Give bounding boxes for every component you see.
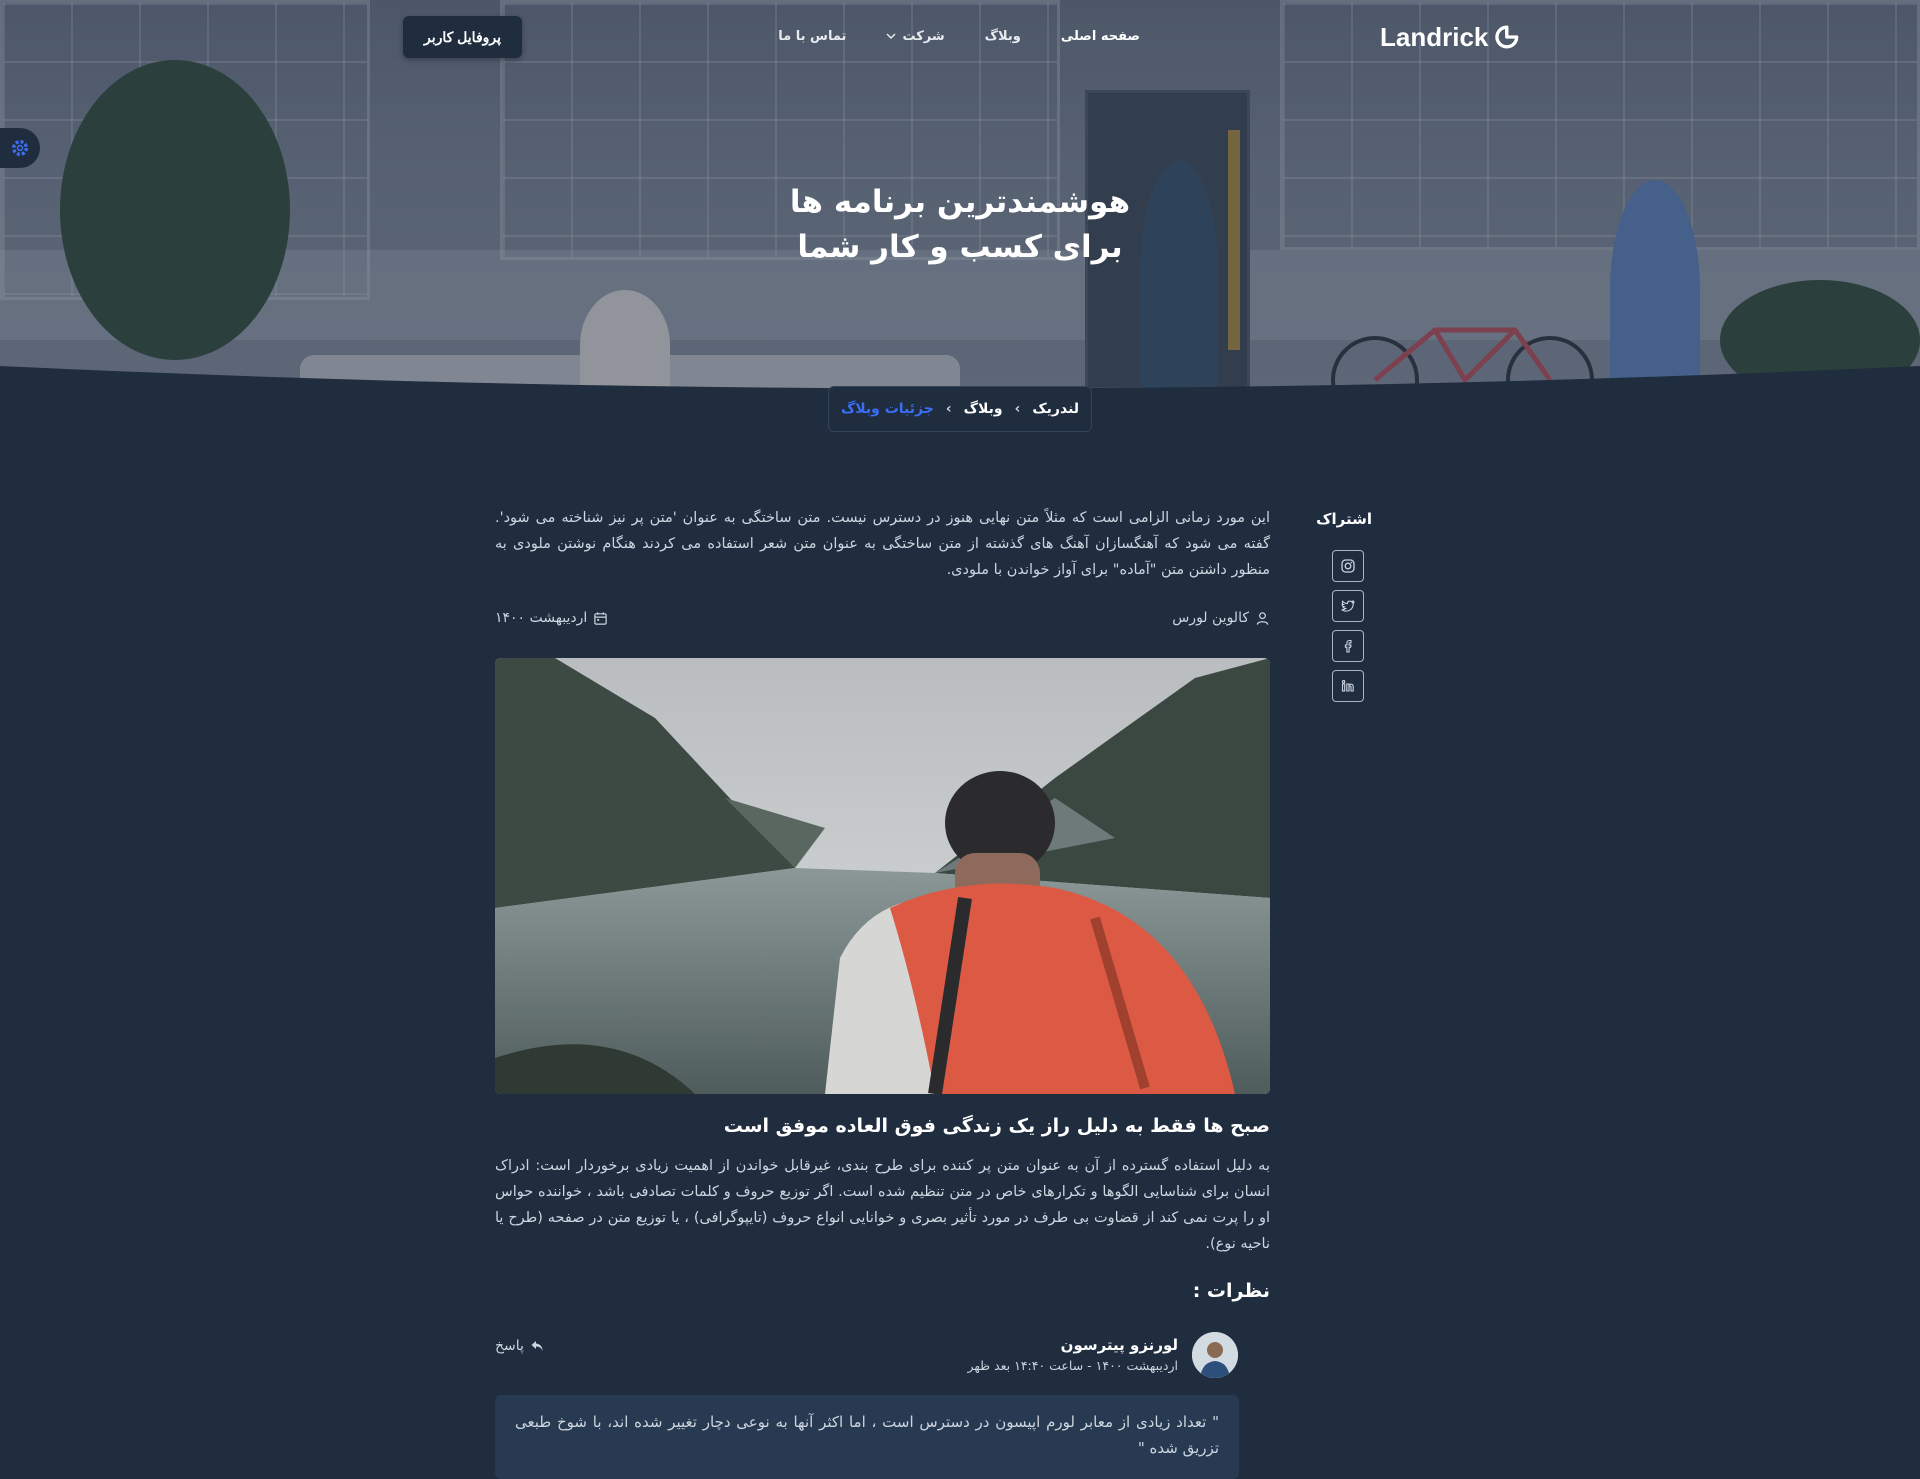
- profile-button[interactable]: پروفایل کاربر: [403, 16, 522, 58]
- user-icon: [1256, 611, 1269, 625]
- comment-text: " تعداد زیادی از معابر لورم اپیسون در دس…: [495, 1395, 1239, 1479]
- post-title: صبح ها فقط به دلیل راز یک زندگی فوق العا…: [723, 1115, 1270, 1137]
- menu-item-contact[interactable]: تماس با ما: [778, 25, 846, 47]
- breadcrumb-separator: ›: [945, 401, 952, 417]
- gear-icon: [11, 139, 29, 157]
- comment-author[interactable]: لورنزو پیترسون: [1061, 1336, 1178, 1354]
- share-title: اشتراک: [1316, 510, 1372, 528]
- share-linkedin-button[interactable]: [1332, 670, 1364, 702]
- hiker-lake-image: [495, 658, 1270, 1094]
- post-meta: کالوین لورس اردیبهشت ۱۴۰۰: [495, 610, 1270, 632]
- chevron-down-icon: [886, 33, 896, 40]
- menu-item-blog[interactable]: وبلاگ: [985, 25, 1021, 47]
- post-date: اردیبهشت ۱۴۰۰: [495, 610, 608, 626]
- post-author-name: کالوین لورس: [1172, 610, 1249, 626]
- post-body: به دلیل استفاده گسترده از آن به عنوان مت…: [495, 1158, 1270, 1252]
- menu-item-company[interactable]: شرکت: [886, 25, 945, 47]
- twitter-icon: [1341, 599, 1355, 612]
- main-menu: صفحه اصلی وبلاگ شرکت تماس با ما: [760, 25, 1140, 47]
- instagram-icon: [1341, 559, 1355, 573]
- post-image: [495, 658, 1270, 1094]
- reply-link[interactable]: پاسخ: [495, 1338, 544, 1354]
- logo-text: Landrick: [1380, 21, 1489, 52]
- share-instagram-button[interactable]: [1332, 550, 1364, 582]
- menu-item-company-label: شرکت: [902, 28, 945, 44]
- hero-title-line1: هوشمندترین برنامه ها: [789, 184, 1131, 220]
- reply-label: پاسخ: [495, 1338, 524, 1354]
- reply-icon: [531, 1341, 543, 1351]
- menu-item-home[interactable]: صفحه اصلی: [1061, 25, 1140, 47]
- breadcrumb: لندریک › وبلاگ › جزئیات وبلاگ: [828, 386, 1092, 432]
- breadcrumb-separator: ›: [1014, 401, 1021, 417]
- post-content: این مورد زمانی الزامی است که مثلاً متن ن…: [495, 505, 1270, 583]
- share-facebook-button[interactable]: [1332, 630, 1364, 662]
- calendar-icon: [594, 611, 607, 625]
- facebook-icon: [1344, 639, 1352, 653]
- share-twitter-button[interactable]: [1332, 590, 1364, 622]
- comment-date: اردیبهشت ۱۴۰۰ - ساعت ۱۴:۴۰ بعد ظهر: [967, 1358, 1178, 1373]
- top-navbar: Landrick صفحه اصلی وبلاگ شرکت تماس با ما…: [0, 0, 1920, 72]
- avatar[interactable]: [1192, 1332, 1238, 1378]
- settings-toggle[interactable]: [0, 128, 40, 168]
- logo[interactable]: Landrick: [1380, 20, 1520, 54]
- linkedin-icon: [1341, 679, 1354, 692]
- breadcrumb-home[interactable]: لندریک: [1032, 401, 1079, 417]
- post-intro: این مورد زمانی الزامی است که مثلاً متن ن…: [495, 510, 1270, 578]
- hero-title-line2: برای کسب و کار شما: [797, 229, 1123, 265]
- breadcrumb-current: جزئیات وبلاگ: [840, 401, 934, 417]
- hero-title: هوشمندترین برنامه ها برای کسب و کار شما: [760, 180, 1160, 270]
- comments-title: نظرات :: [1192, 1280, 1270, 1302]
- post-author[interactable]: کالوین لورس: [1172, 610, 1270, 626]
- breadcrumb-blog[interactable]: وبلاگ: [964, 401, 1003, 417]
- avatar-image: [1192, 1332, 1238, 1378]
- share-list: [1332, 550, 1364, 702]
- comment-header: لورنزو پیترسون اردیبهشت ۱۴۰۰ - ساعت ۱۴:۴…: [495, 1330, 1270, 1380]
- logo-icon: [1495, 25, 1519, 49]
- post-date-text: اردیبهشت ۱۴۰۰: [495, 610, 588, 626]
